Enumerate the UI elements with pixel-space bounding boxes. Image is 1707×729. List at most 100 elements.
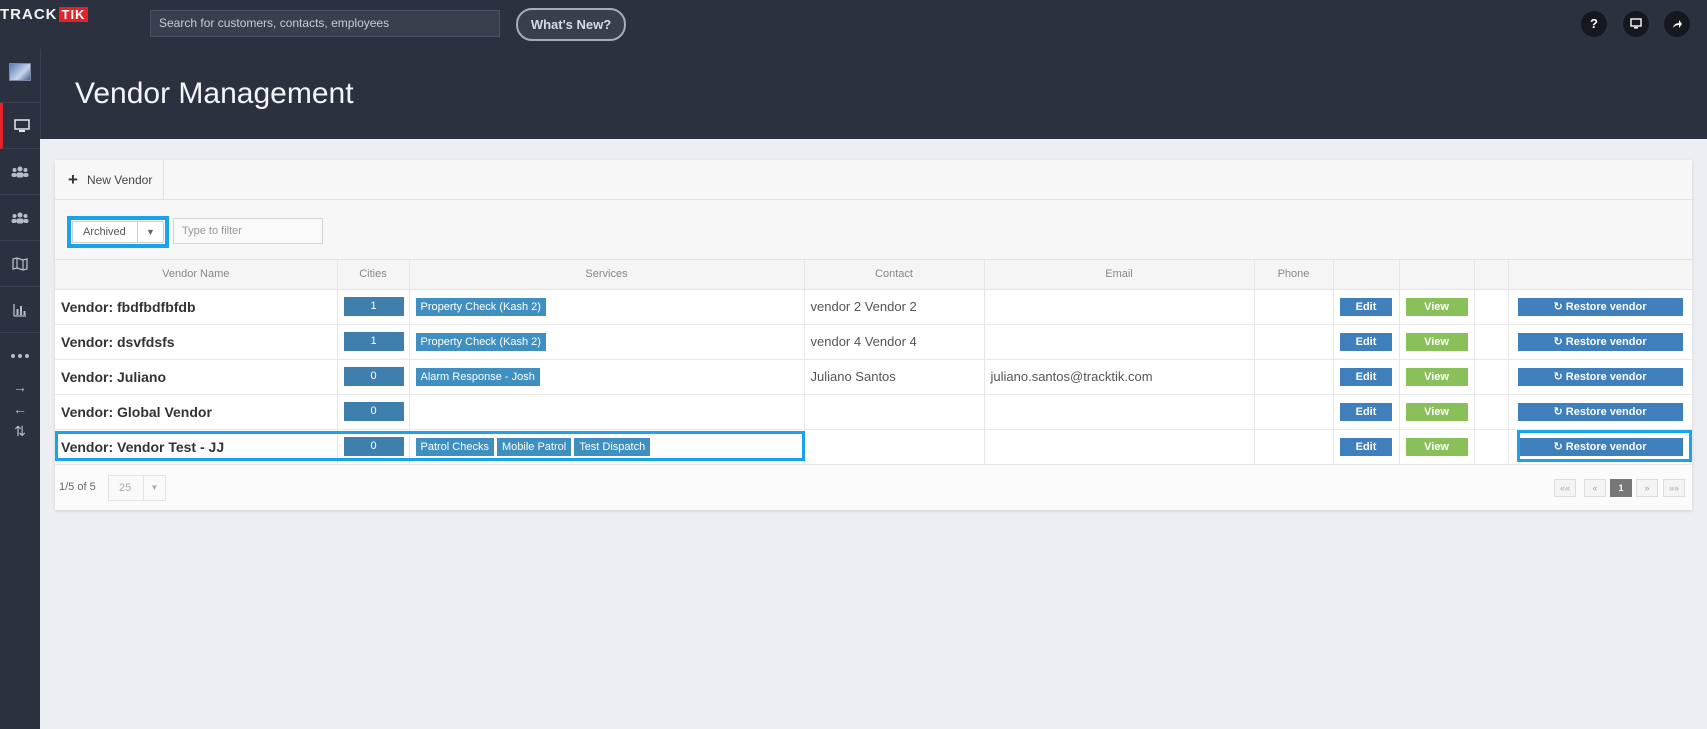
edit-button[interactable]: Edit — [1340, 332, 1392, 351]
service-tag[interactable]: Mobile Patrol — [496, 437, 572, 456]
cities-cell: 0 — [337, 394, 410, 430]
prev-page-button[interactable]: « — [1584, 479, 1606, 497]
phone-cell — [1254, 324, 1334, 360]
restore-vendor-button[interactable]: ↻ Restore vendor — [1517, 402, 1683, 421]
page-size-select[interactable]: 25 ▼ — [108, 475, 166, 501]
blank-cell — [1474, 429, 1509, 465]
users-icon — [11, 166, 29, 177]
restore-vendor-button[interactable]: ↻ Restore vendor — [1517, 297, 1683, 316]
sidebar-item-groups[interactable] — [0, 195, 40, 241]
view-button[interactable]: View — [1405, 402, 1468, 421]
next-page-button[interactable]: » — [1636, 479, 1658, 497]
email-cell: juliano.santos@tracktik.com — [984, 359, 1255, 395]
page-title: Vendor Management — [75, 77, 354, 110]
first-page-button[interactable]: «« — [1554, 479, 1576, 497]
services-cell: Patrol Checks Mobile Patrol Test Dispatch — [409, 429, 805, 465]
arrow-left-icon[interactable]: ← — [0, 401, 40, 417]
chart-icon — [13, 303, 26, 317]
tracktik-logo[interactable]: TRACK TIK — [0, 6, 89, 23]
view-cell: View — [1399, 359, 1475, 395]
table-footer: 1/5 of 5 25 ▼ «« « 1 » »» — [55, 469, 1692, 509]
edit-cell: Edit — [1333, 289, 1400, 325]
page-1-button[interactable]: 1 — [1610, 479, 1632, 497]
more-icon[interactable] — [0, 333, 40, 379]
cities-cell: 1 — [337, 324, 410, 360]
page-header: Vendor Management — [40, 49, 1707, 139]
services-cell: Property Check (Kash 2) — [409, 289, 805, 325]
edit-cell: Edit — [1333, 394, 1400, 430]
vendor-panel: + New Vendor Archived ▼ Type to filter V… — [55, 160, 1693, 510]
share-icon[interactable] — [1664, 11, 1690, 37]
cities-count-badge[interactable]: 1 — [343, 297, 404, 316]
monitor-icon[interactable] — [1623, 11, 1649, 37]
column-header-phone[interactable]: Phone — [1254, 260, 1334, 290]
service-tag[interactable]: Property Check (Kash 2) — [415, 297, 546, 316]
column-header-contact[interactable]: Contact — [804, 260, 985, 290]
view-button[interactable]: View — [1405, 367, 1468, 386]
sidebar-item-dashboard[interactable] — [0, 103, 40, 149]
restore-vendor-button[interactable]: ↻ Restore vendor — [1517, 437, 1683, 456]
edit-button[interactable]: Edit — [1340, 297, 1392, 316]
email-cell — [984, 394, 1255, 430]
vendor-name[interactable]: Vendor: Juliano — [55, 359, 338, 395]
view-button[interactable]: View — [1405, 332, 1468, 351]
vendor-name[interactable]: Vendor: fbdfbdfbfdb — [55, 289, 338, 325]
new-vendor-button[interactable]: + New Vendor — [55, 160, 164, 200]
services-cell: Property Check (Kash 2) — [409, 324, 805, 360]
column-header-restore — [1508, 260, 1693, 290]
view-cell: View — [1399, 289, 1475, 325]
view-button[interactable]: View — [1405, 297, 1468, 316]
last-page-button[interactable]: »» — [1663, 479, 1685, 497]
table-row: Vendor: dsvfdsfs 1 Property Check (Kash 2)… — [55, 324, 1693, 360]
view-button[interactable]: View — [1405, 437, 1468, 456]
contact-cell: vendor 4 Vendor 4 — [804, 324, 985, 360]
service-tag[interactable]: Alarm Response - Josh — [415, 367, 540, 386]
restore-vendor-button[interactable]: ↻ Restore vendor — [1517, 367, 1683, 386]
status-select[interactable]: Archived ▼ — [72, 221, 164, 243]
map-icon — [12, 256, 28, 271]
sort-icon[interactable]: ⇅ — [0, 423, 40, 440]
cities-count-badge[interactable]: 0 — [343, 367, 404, 386]
column-header-vendor-name[interactable]: Vendor Name — [55, 260, 338, 290]
whats-new-button[interactable]: What's New? — [516, 8, 626, 41]
vendor-name[interactable]: Vendor: Global Vendor — [55, 394, 338, 430]
column-header-services[interactable]: Services — [409, 260, 805, 290]
avatar[interactable] — [0, 49, 40, 103]
restore-cell: ↻ Restore vendor — [1508, 289, 1693, 325]
global-search-input[interactable]: Search for customers, contacts, employee… — [150, 10, 500, 37]
arrow-right-icon[interactable]: → — [0, 379, 40, 395]
cities-cell: 0 — [337, 359, 410, 395]
cities-count-badge[interactable]: 0 — [343, 402, 404, 421]
restore-vendor-button[interactable]: ↻ Restore vendor — [1517, 332, 1683, 351]
cities-count-badge[interactable]: 0 — [343, 437, 404, 456]
edit-cell: Edit — [1333, 324, 1400, 360]
question-icon[interactable]: ? — [1581, 11, 1607, 37]
restore-cell: ↻ Restore vendor — [1508, 394, 1693, 430]
edit-button[interactable]: Edit — [1340, 437, 1392, 456]
refresh-icon: ↻ — [1553, 335, 1566, 348]
table-row: Vendor: Juliano 0 Alarm Response - Josh Jul… — [55, 359, 1693, 395]
sidebar-item-map[interactable] — [0, 241, 40, 287]
monitor-icon — [13, 118, 30, 132]
column-header-cities[interactable]: Cities — [337, 260, 410, 290]
sidebar-item-users[interactable] — [0, 149, 40, 195]
chevron-down-icon[interactable]: ▼ — [137, 222, 163, 242]
view-cell: View — [1399, 394, 1475, 430]
chevron-down-icon[interactable]: ▼ — [143, 476, 165, 500]
service-tag[interactable]: Property Check (Kash 2) — [415, 332, 546, 351]
sidebar-item-reports[interactable] — [0, 287, 40, 333]
restore-cell: ↻ Restore vendor — [1508, 359, 1693, 395]
service-tag[interactable]: Patrol Checks — [415, 437, 494, 456]
service-tag[interactable]: Test Dispatch — [574, 437, 651, 456]
vendor-name[interactable]: Vendor: Vendor Test - JJ — [55, 429, 338, 465]
email-cell — [984, 289, 1255, 325]
table-row: Vendor: Vendor Test - JJ 0 Patrol Checks Mo… — [55, 429, 1693, 465]
column-header-blank — [1474, 260, 1509, 290]
edit-button[interactable]: Edit — [1340, 402, 1392, 421]
filter-input[interactable]: Type to filter — [173, 218, 323, 244]
vendor-name[interactable]: Vendor: dsvfdsfs — [55, 324, 338, 360]
column-header-email[interactable]: Email — [984, 260, 1255, 290]
cities-count-badge[interactable]: 1 — [343, 332, 404, 351]
contact-cell — [804, 429, 985, 465]
edit-button[interactable]: Edit — [1340, 367, 1392, 386]
